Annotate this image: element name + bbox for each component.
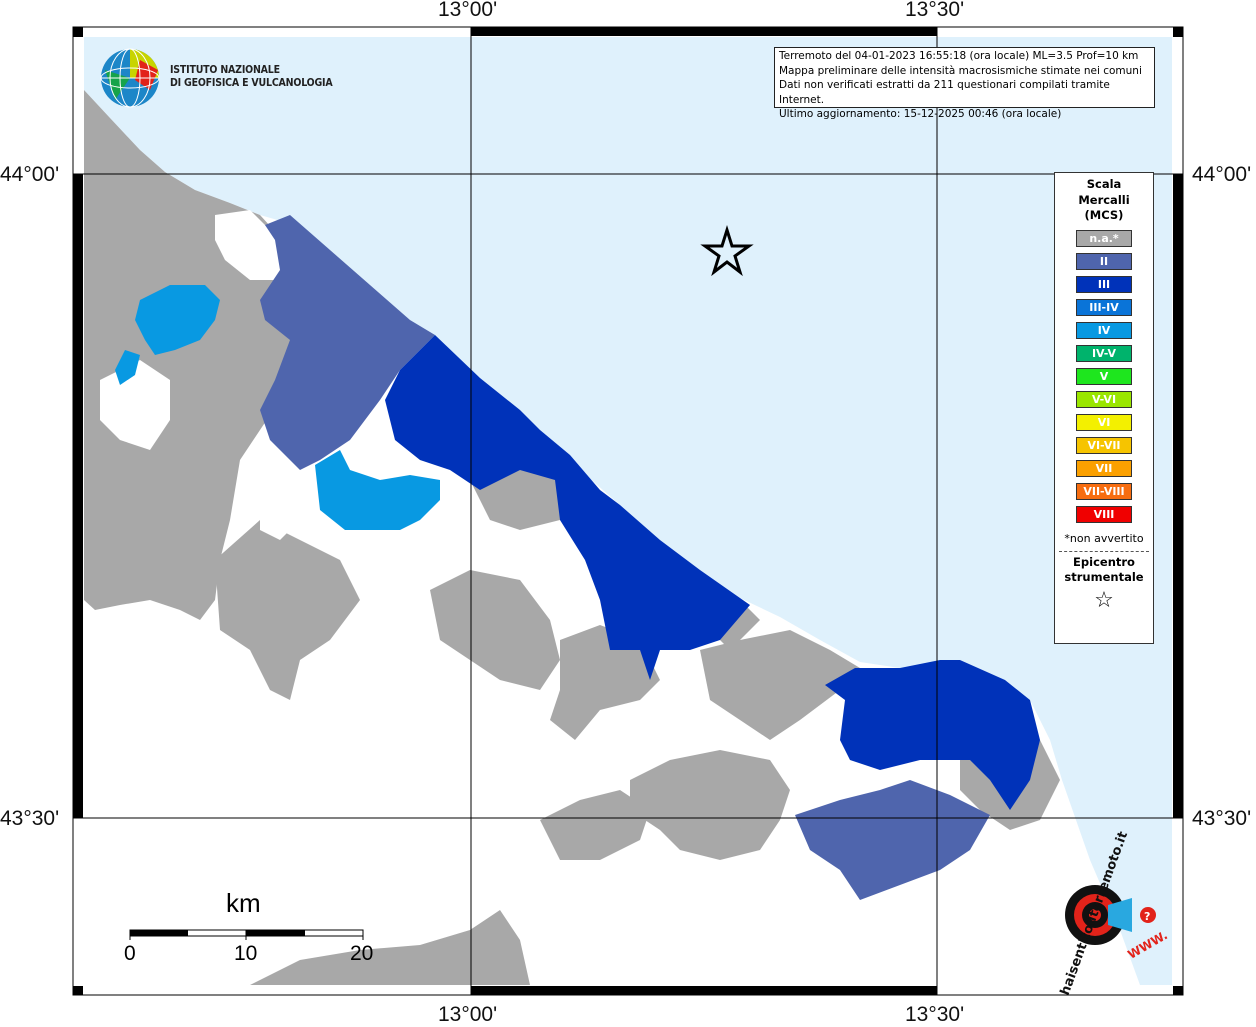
legend-item-5: IV-V — [1076, 344, 1132, 362]
mcs-legend: Scala Mercalli (MCS) n.a.* II III III-IV IV I… — [1054, 172, 1154, 644]
legend-item-0: n.a.* — [1076, 229, 1132, 247]
legend-title-1: Scala — [1086, 177, 1122, 191]
legend-epi-2: strumentale — [1064, 570, 1144, 584]
lon-label-bottom-1330: 13°30' — [905, 1003, 965, 1026]
scale-label-20: 20 — [350, 942, 374, 965]
watermark-text: haisentitoilterremoto.it WWW. — [1030, 830, 1170, 998]
legend-item-10: VII — [1076, 459, 1132, 477]
info-line-4: Ultimo aggiornamento: 15-12-2025 00:46 (… — [779, 108, 1062, 120]
legend-epi-1: Epicentro — [1073, 554, 1135, 569]
scale-label-0: 0 — [124, 942, 136, 965]
legend-star-icon: ☆ — [1094, 587, 1114, 613]
legend-title-3: (MCS) — [1084, 208, 1124, 222]
legend-item-9: VI-VII — [1076, 436, 1132, 454]
legend-item-7: V-VI — [1076, 390, 1132, 408]
legend-note: *non avvertito — [1064, 531, 1144, 545]
scale-unit: km — [226, 888, 261, 918]
legend-item-1: II — [1076, 252, 1132, 270]
legend-title-2: Mercalli — [1078, 192, 1130, 207]
info-line-1: Terremoto del 04-01-2023 16:55:18 (ora l… — [779, 50, 1139, 62]
legend-item-4: IV — [1076, 321, 1132, 339]
legend-separator — [1059, 550, 1149, 552]
legend-title: Scala Mercalli (MCS) — [1055, 177, 1153, 224]
legend-epicenter-label: Epicentro strumentale — [1055, 555, 1153, 586]
legend-item-3: III-IV — [1076, 298, 1132, 316]
legend-item-8: VI — [1076, 413, 1132, 431]
lon-label-top-1300: 13°00' — [438, 0, 498, 21]
lon-label-top-1330: 13°30' — [905, 0, 965, 21]
legend-items: n.a.* II III III-IV IV IV-V V V-VI VI VI-VII VII VI… — [1055, 229, 1153, 523]
lon-label-bottom-1300: 13°00' — [438, 1003, 498, 1026]
legend-item-12: VIII — [1076, 505, 1132, 523]
ingv-logo-text: ISTITUTO NAZIONALE DI GEOFISICA E VULCAN… — [170, 64, 333, 90]
legend-item-11: VII-VIII — [1076, 482, 1132, 500]
info-line-3: Dati non verificati estratti da 211 ques… — [779, 79, 1110, 106]
ingv-line-2: DI GEOFISICA E VULCANOLOGIA — [170, 77, 333, 89]
lat-label-left-4330: 43°30' — [0, 807, 60, 830]
lat-label-left-4400: 44°00' — [0, 163, 60, 186]
info-line-2: Mappa preliminare delle intensità macros… — [779, 64, 1142, 77]
lat-label-right-4400: 44°00' — [1192, 163, 1252, 186]
legend-item-6: V — [1076, 367, 1132, 385]
ingv-line-1: ISTITUTO NAZIONALE — [170, 64, 280, 76]
ingv-logo-icon — [100, 48, 160, 108]
watermark-www: WWW. — [1125, 928, 1170, 962]
event-info-box: Terremoto del 04-01-2023 16:55:18 (ora l… — [774, 47, 1155, 120]
lat-label-right-4330: 43°30' — [1192, 807, 1252, 830]
scale-label-10: 10 — [234, 942, 258, 965]
legend-item-2: III — [1076, 275, 1132, 293]
